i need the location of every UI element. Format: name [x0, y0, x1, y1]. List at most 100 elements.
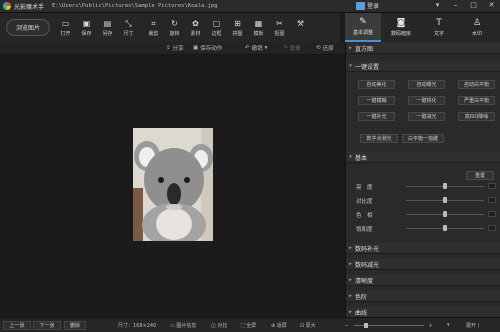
- undo-button[interactable]: ↶ 撤销 ▾: [245, 44, 267, 52]
- tool-border[interactable]: ▢ 边框: [206, 19, 227, 37]
- section-label: 数码补光: [355, 245, 380, 253]
- zoom-slider[interactable]: [354, 323, 424, 328]
- slider-value-field[interactable]: [488, 211, 496, 217]
- slider-track[interactable]: [406, 197, 484, 203]
- onekey-button[interactable]: 高ISO降噪: [458, 112, 495, 121]
- redo-label: 重做: [289, 46, 301, 52]
- onekey-button[interactable]: 白平衡一指键: [402, 134, 444, 143]
- histogram-label: 直方图: [355, 45, 374, 53]
- magic-wand-icon: ⚒: [296, 18, 305, 28]
- onekey-button[interactable]: 自动白平衡: [458, 80, 495, 89]
- onekey-button[interactable]: 自动曝光: [408, 80, 445, 89]
- slider-thumb[interactable]: [443, 211, 447, 217]
- tab-label: 基本调整: [352, 30, 373, 36]
- zoom-in-icon[interactable]: ＋: [428, 322, 433, 329]
- share-button[interactable]: ⇪ 分享: [166, 44, 184, 52]
- browse-images-button[interactable]: 浏览图片: [6, 19, 50, 36]
- onekey-button[interactable]: 严重白平衡: [458, 96, 495, 105]
- material-icon: ✿: [192, 18, 199, 28]
- slider-value-field[interactable]: [488, 183, 496, 189]
- zoom-out-icon[interactable]: －: [344, 322, 349, 329]
- tab-camera[interactable]: ◙ 数码暗房: [383, 13, 419, 42]
- tab-watermark[interactable]: ♙ 水印: [459, 13, 495, 42]
- chevron-down-icon[interactable]: ▾: [447, 322, 450, 328]
- tool-template[interactable]: ▦ 模板: [248, 19, 269, 37]
- slider-track[interactable]: [406, 225, 484, 231]
- tab-label: 水印: [471, 31, 482, 37]
- histogram-header[interactable]: ▸ 直方图: [346, 43, 500, 54]
- onekey-button[interactable]: 一键补光: [358, 112, 395, 121]
- slider-thumb[interactable]: [443, 225, 447, 231]
- app-logo-icon: [3, 2, 11, 10]
- section-header[interactable]: ▸ 数码减光: [346, 259, 500, 270]
- slider-track[interactable]: [406, 183, 484, 189]
- maximize-icon[interactable]: □: [469, 1, 478, 10]
- minimize-icon[interactable]: –: [451, 1, 460, 10]
- slider-track[interactable]: [406, 211, 484, 217]
- tool-label: 尺寸: [123, 30, 134, 37]
- tool-crop[interactable]: ⌗ 裁剪: [143, 19, 164, 37]
- restore-button[interactable]: ⟲ 还原: [316, 44, 334, 52]
- image-info-button[interactable]: ▭ 图片信息: [170, 322, 196, 329]
- tool-resize[interactable]: ⤡ 尺寸: [118, 19, 139, 37]
- slider-value-field[interactable]: [488, 197, 496, 203]
- title-bar: 光影魔术手 E:\Users\Public\Pictures\Sample Pi…: [0, 0, 500, 13]
- slider-label: 对比度: [356, 199, 373, 205]
- compare-button[interactable]: ◫ 对比: [211, 322, 227, 329]
- close-icon[interactable]: ✕: [487, 1, 496, 10]
- section-header[interactable]: ▸ 清晰度: [346, 275, 500, 286]
- fit-button[interactable]: ⊕ 适屏: [271, 322, 287, 329]
- tool-material[interactable]: ✿ 素材: [185, 19, 206, 37]
- onekey-button[interactable]: 一键模糊: [358, 96, 395, 105]
- slider-thumb[interactable]: [443, 197, 447, 203]
- tool-label: 拼图: [232, 30, 243, 37]
- slider-thumb[interactable]: [443, 183, 447, 189]
- zoom-thumb[interactable]: [364, 323, 368, 328]
- next-button[interactable]: 下一张: [33, 321, 61, 330]
- redo-button[interactable]: ↷ 重做: [283, 44, 301, 52]
- onekey-button[interactable]: 一键减光: [408, 112, 445, 121]
- onekey-button[interactable]: 数字点测光: [360, 134, 398, 143]
- delete-button[interactable]: 删除: [64, 321, 86, 330]
- section-label: 清晰度: [355, 277, 374, 285]
- basic-header[interactable]: ▾ 基本: [346, 152, 500, 163]
- skin-icon[interactable]: ▾: [433, 1, 442, 10]
- fullscreen-label: 全屏: [246, 323, 257, 329]
- template-icon: ▦: [254, 18, 263, 28]
- tool-label: 另存: [102, 30, 113, 37]
- chevron-down-icon: ▾: [264, 45, 268, 51]
- login-button[interactable]: 登录: [356, 1, 379, 10]
- app-title: 光影魔术手: [14, 3, 45, 11]
- onekey-button[interactable]: 自动美化: [358, 80, 395, 89]
- section-header[interactable]: ▸ 数码补光: [346, 243, 500, 254]
- chevron-right-icon: ▸: [349, 261, 352, 267]
- fullscreen-button[interactable]: ⛶ 全屏: [241, 322, 256, 329]
- section-header[interactable]: ▸ 色阶: [346, 291, 500, 302]
- reset-button[interactable]: 重置: [466, 171, 494, 180]
- tool-magic-wand[interactable]: ⚒: [290, 19, 311, 37]
- resize-icon: ⤡: [125, 18, 132, 28]
- onekey-button[interactable]: 一键锐化: [408, 96, 445, 105]
- onekey-header[interactable]: ▾ 一键设置: [346, 61, 500, 72]
- image-canvas[interactable]: [0, 55, 345, 317]
- save-action-button[interactable]: ▣ 保存动作: [193, 44, 222, 52]
- slider-value-field[interactable]: [488, 225, 496, 231]
- user-icon: [356, 1, 365, 10]
- expand-button[interactable]: 展开 ⟩: [466, 322, 480, 329]
- tool-folder[interactable]: ▭ 打开: [55, 19, 76, 37]
- original-size-button[interactable]: ⊡ 原大: [300, 322, 316, 329]
- tab-edit[interactable]: ✎ 基本调整: [345, 13, 381, 42]
- collage-icon: ⊞: [234, 18, 241, 28]
- tool-save-as[interactable]: ▤ 另存: [97, 19, 118, 37]
- tool-save[interactable]: ▣ 保存: [76, 19, 97, 37]
- tool-label: 模板: [253, 30, 264, 37]
- save-action-label: 保存动作: [200, 46, 223, 52]
- prev-button[interactable]: 上一张: [3, 321, 31, 330]
- fit-label: 适屏: [276, 323, 287, 329]
- tab-label: 文字: [433, 31, 444, 37]
- chevron-right-icon: ▸: [349, 293, 352, 299]
- tool-cutout[interactable]: ✂ 抠图: [269, 19, 290, 37]
- tool-rotate[interactable]: ↻ 旋转: [164, 19, 185, 37]
- tab-text[interactable]: T 文字: [421, 13, 457, 42]
- tool-collage[interactable]: ⊞ 拼图: [227, 19, 248, 37]
